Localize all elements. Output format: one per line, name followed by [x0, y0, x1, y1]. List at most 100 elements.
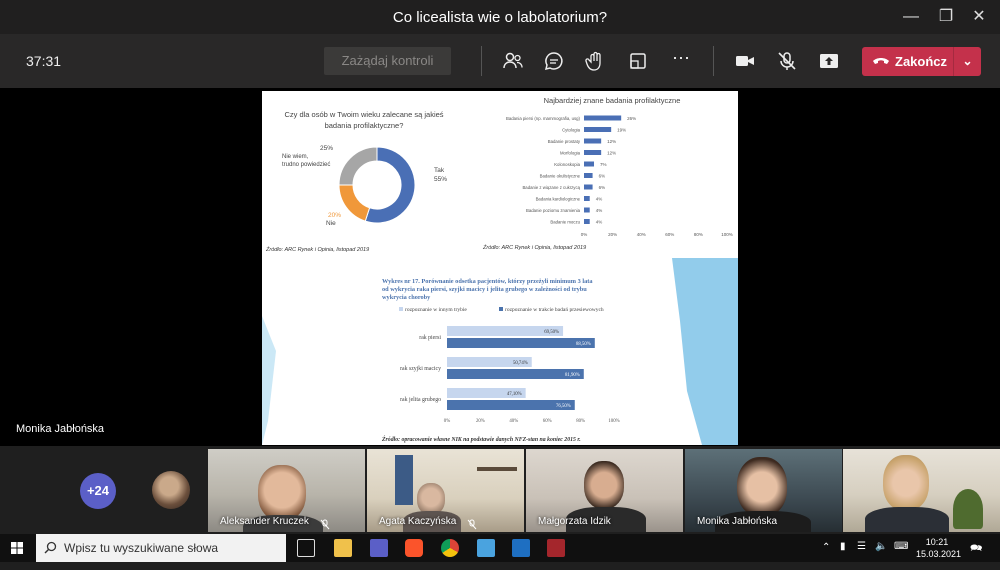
request-control-button[interactable]: Zażądaj kontroli [324, 47, 451, 75]
hbar-category-label: Badanie poziomu znamienia [526, 208, 581, 213]
more-actions-icon[interactable]: ⋯ [670, 49, 692, 72]
donut-slice [338, 146, 378, 186]
hbar-bar [584, 173, 593, 178]
window-title: Co licealista wie o labolatorium? [392, 9, 608, 26]
hbar-category-label: Kolonoskopia [554, 162, 580, 167]
microphone-muted-icon[interactable] [776, 50, 798, 72]
wykres-tick-label: 40% [509, 419, 518, 424]
minimize-icon[interactable]: — [898, 4, 924, 30]
brave-icon[interactable] [405, 539, 423, 557]
hbar-value-label: 4% [596, 220, 603, 225]
camera-icon[interactable] [734, 50, 756, 72]
slide-canvas: Czy dla osób w Twoim wieku zalecane są j… [262, 96, 738, 445]
hbar-tick-label: 0% [581, 232, 588, 237]
close-icon[interactable]: ✕ [966, 4, 992, 30]
hbar-value-label: 12% [607, 139, 616, 144]
participant-video [737, 457, 787, 517]
shared-content-stage: Czy dla osób w Twoim wieku zalecane są j… [0, 88, 1000, 446]
donut-slices [338, 146, 416, 224]
keyboard-icon[interactable]: ⌨ [894, 541, 908, 569]
wykres-value-b: 88,50% [576, 342, 591, 347]
wykres-tick-label: 80% [576, 419, 585, 424]
hbar-category-label: Badania piersi (np. mammografia, usg) [506, 116, 581, 121]
taskbar-clock[interactable]: 10:21 15.03.2021 [916, 536, 962, 560]
notification-icon[interactable]: 🗪 [970, 541, 982, 569]
wykres-value-b: 81,90% [565, 373, 580, 378]
hbar-axis: 0% 20% 40% 60% 80% 100% [581, 232, 733, 237]
wykres-title-line-2: od wykrycia raka piersi, szyjki macicy i… [382, 286, 587, 293]
donut-question-line-2: badania profilaktyczne? [325, 121, 404, 130]
teams-icon[interactable] [370, 539, 388, 557]
hbar-chart: Najbardziej znane badania profilaktyczne… [482, 96, 733, 251]
participant-tile[interactable] [843, 449, 1000, 532]
donut-value-nie-wiem: 25% [320, 145, 333, 152]
donut-slice [338, 184, 371, 222]
wykres-title-line-1: Wykres nr 17. Porównanie odsetka pacjent… [382, 278, 593, 285]
donut-label-nie: Nie [326, 220, 336, 227]
wykres-value-a: 50,74% [513, 361, 528, 366]
participant-name: Aleksander Kruczek [220, 516, 309, 527]
maximize-icon[interactable]: ❐ [933, 4, 959, 30]
more-participants-button[interactable]: +24 [80, 473, 116, 509]
hbar-value-label: 12% [607, 151, 616, 156]
calculator-icon[interactable] [477, 539, 495, 557]
battery-icon[interactable]: ▮ [840, 541, 846, 569]
taskbar-search-input[interactable]: Wpisz tu wyszukiwane słowa [36, 534, 286, 562]
microphone-muted-icon [320, 519, 330, 530]
title-bar: Co licealista wie o labolatorium? — ❐ ✕ [0, 0, 1000, 34]
hbar-value-label: 7% [600, 162, 607, 167]
participant-tile[interactable]: Agata Kaczyńska [367, 449, 524, 532]
breakout-rooms-icon[interactable] [627, 50, 649, 72]
microphone-muted-icon [467, 519, 477, 530]
donut-label-tak: Tak [434, 167, 445, 174]
end-call-button[interactable]: Zakończ ⌄ [862, 47, 981, 76]
app-icon[interactable] [547, 539, 565, 557]
avatar[interactable] [152, 471, 190, 509]
volume-icon[interactable]: 🔈 [875, 541, 887, 569]
windows-start-icon[interactable] [11, 542, 23, 554]
photos-icon[interactable] [512, 539, 530, 557]
chevron-down-icon[interactable]: ⌄ [953, 47, 981, 76]
participant-video [883, 455, 929, 511]
clock-time: 10:21 [925, 537, 949, 547]
clock-date: 15.03.2021 [916, 549, 962, 559]
chrome-icon[interactable] [441, 539, 459, 557]
participant-video [953, 489, 983, 529]
search-icon [44, 541, 57, 554]
chevron-up-icon[interactable]: ⌃ [822, 542, 830, 570]
share-screen-icon[interactable] [818, 50, 840, 72]
network-icon[interactable]: ☰ [857, 541, 866, 569]
participant-video [584, 461, 624, 509]
wykres-category-label: rak jelita grubego [400, 397, 441, 403]
wykres-section: Wykres nr 17. Porównanie odsetka pacjent… [262, 258, 738, 445]
hbar-bar [584, 207, 590, 213]
donut-source: Źródło: ARC Rynek i Opinia, listopad 201… [265, 246, 369, 253]
task-view-icon[interactable] [297, 539, 315, 557]
hbar-tick-label: 40% [637, 232, 646, 237]
wykres-bar-b [447, 338, 595, 348]
hbar-value-label: 4% [596, 208, 603, 213]
toolbar-divider [713, 46, 714, 76]
hbar-tick-label: 80% [694, 232, 703, 237]
hbar-bar [584, 115, 622, 121]
participant-video [865, 507, 949, 532]
wykres-tick-label: 100% [608, 419, 619, 424]
wykres-bars: rak piersi 69,50% 88,50% rak szyjki macicy 5… [400, 326, 595, 410]
file-explorer-icon[interactable] [334, 539, 352, 557]
raise-hand-icon[interactable] [585, 50, 607, 72]
chat-icon[interactable] [543, 50, 565, 72]
participants-icon[interactable] [502, 50, 524, 72]
hbar-category-label: Badanie prostaty [548, 139, 581, 144]
hbar-category-label: Cytologia [562, 128, 581, 133]
wykres-tick-label: 20% [476, 419, 485, 424]
wykres-tick-label: 60% [543, 419, 552, 424]
wykres-bar-b [447, 369, 584, 379]
participant-tile[interactable]: Małgorzata Idzik [526, 449, 683, 532]
hbar-bar [584, 138, 602, 144]
hbar-bar [584, 150, 602, 155]
donut-value-tak: 55% [434, 176, 447, 183]
participant-tile[interactable]: Aleksander Kruczek [208, 449, 365, 532]
hbar-tick-label: 60% [665, 232, 674, 237]
participant-video [477, 467, 517, 471]
participant-tile[interactable]: Monika Jabłońska [685, 449, 842, 532]
